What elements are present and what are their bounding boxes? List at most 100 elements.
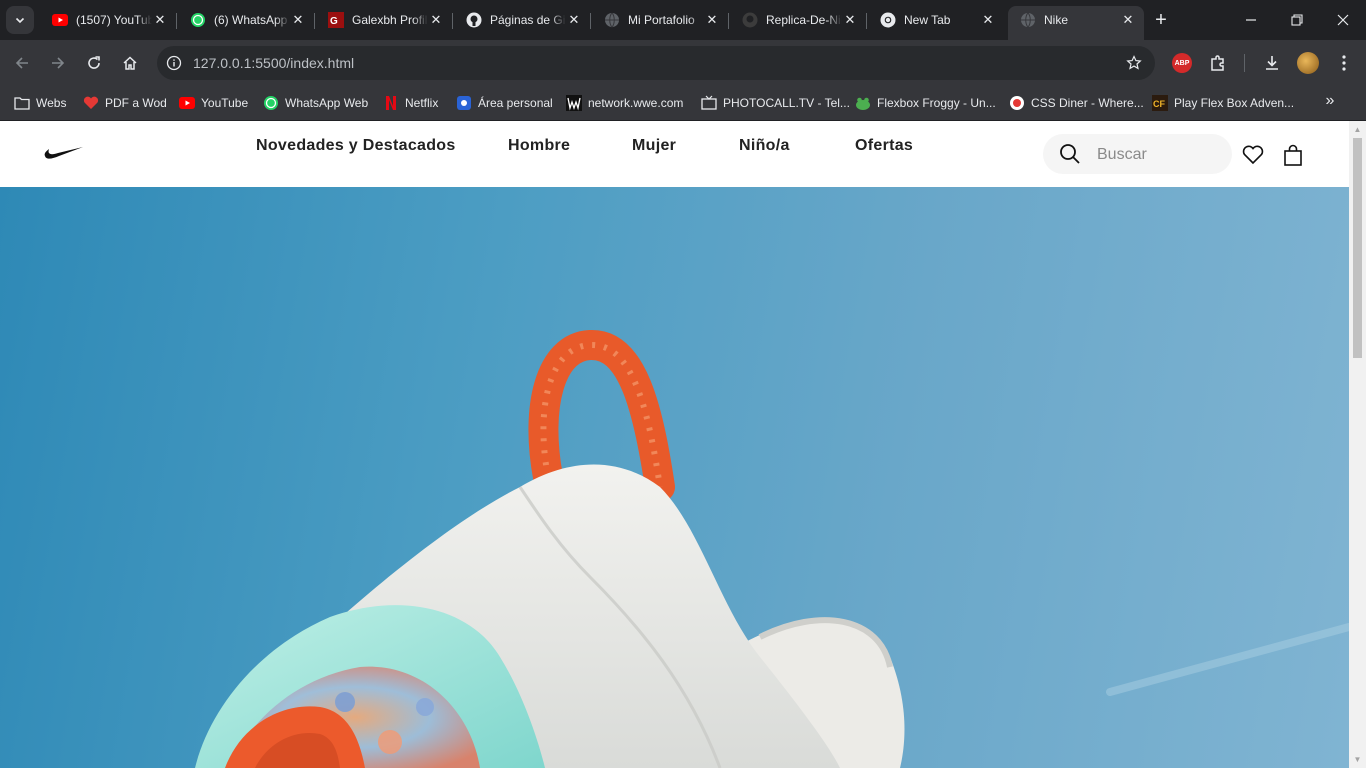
heart-icon[interactable]	[1241, 143, 1265, 167]
restore-button[interactable]	[1274, 0, 1320, 40]
tab-title: (6) WhatsApp	[214, 13, 288, 27]
svg-text:G: G	[330, 16, 338, 27]
close-icon[interactable]: ✕	[566, 12, 582, 28]
bookmark-css-diner[interactable]: CSS Diner - Where...	[1009, 92, 1144, 114]
heart-icon	[83, 95, 99, 111]
tab-title: New Tab	[904, 13, 951, 27]
tab-title: Nike	[1044, 13, 1069, 27]
more-bookmarks-button[interactable]: »	[1319, 90, 1341, 112]
tab-galexbh[interactable]: G Galexbh Profile ✕	[316, 6, 453, 34]
flexbox-adventure-icon: CF	[1152, 95, 1168, 111]
chrome-menu-button[interactable]	[1330, 49, 1358, 77]
tab-title: Mi Portafolio	[628, 13, 695, 27]
svg-text:CF: CF	[1153, 99, 1165, 109]
bookmark-whatsapp-web[interactable]: WhatsApp Web	[263, 92, 368, 114]
close-window-button[interactable]	[1320, 0, 1366, 40]
galexbh-icon: G	[328, 12, 344, 28]
swoosh-icon	[44, 147, 83, 159]
tab-title: Páginas de GitHub	[490, 13, 566, 27]
profile-avatar[interactable]	[1297, 52, 1319, 74]
kebab-menu-icon	[1342, 55, 1346, 71]
bookmark-webs[interactable]: Webs	[14, 92, 66, 114]
page-scrollbar[interactable]: ▲ ▼	[1349, 121, 1366, 768]
hero-banner	[0, 187, 1349, 768]
bookmark-label: PHOTOCALL.TV - Tel...	[723, 96, 850, 110]
restore-icon	[1291, 14, 1303, 26]
scroll-down-arrow-icon[interactable]: ▼	[1353, 755, 1362, 764]
bookmarks-bar: Webs PDF a Wod YouTube WhatsApp Web Netf…	[0, 86, 1366, 121]
reload-button[interactable]	[80, 49, 108, 77]
search-icon[interactable]	[1059, 143, 1081, 165]
url-text[interactable]: 127.0.0.1:5500/index.html	[193, 55, 354, 71]
downloads-button[interactable]	[1258, 49, 1286, 77]
chevron-down-icon	[15, 17, 25, 24]
minimize-button[interactable]	[1228, 0, 1274, 40]
tab-github-pages[interactable]: Páginas de GitHub ✕	[454, 6, 591, 34]
search-box[interactable]	[1043, 134, 1232, 174]
bookmark-label: CSS Diner - Where...	[1031, 96, 1144, 110]
whatsapp-icon	[190, 12, 206, 28]
close-icon[interactable]: ✕	[1120, 12, 1136, 28]
netflix-icon	[383, 95, 399, 111]
bookmark-network-wwe[interactable]: network.wwe.com	[566, 92, 683, 114]
close-icon[interactable]: ✕	[290, 12, 306, 28]
tab-youtube[interactable]: (1507) YouTube ✕	[40, 6, 177, 34]
bookmark-label: Webs	[36, 96, 67, 110]
bookmark-label: Netflix	[405, 96, 439, 110]
nike-logo[interactable]	[44, 141, 84, 161]
bookmark-label: WhatsApp Web	[285, 96, 369, 110]
tab-nike[interactable]: Nike ✕	[1008, 6, 1144, 40]
address-bar[interactable]: 127.0.0.1:5500/index.html	[157, 46, 1155, 80]
new-tab-button[interactable]: +	[1150, 8, 1172, 32]
back-button[interactable]	[8, 49, 36, 77]
bookmark-label: PDF a Wod	[105, 96, 167, 110]
gear-icon	[456, 95, 472, 111]
shopping-bag-icon[interactable]	[1281, 143, 1305, 167]
whatsapp-icon	[263, 95, 279, 111]
tab-search-button[interactable]	[6, 6, 34, 34]
tab-replica[interactable]: Replica-De-Nike ✕	[730, 6, 867, 34]
tab-new-tab[interactable]: New Tab ✕	[868, 6, 1004, 34]
bookmark-area-personal[interactable]: Área personal	[456, 92, 553, 114]
minimize-icon	[1246, 19, 1256, 21]
close-icon[interactable]: ✕	[428, 12, 444, 28]
close-icon[interactable]: ✕	[842, 12, 858, 28]
bookmark-flexbox-froggy[interactable]: Flexbox Froggy - Un...	[855, 92, 996, 114]
chrome-icon	[880, 12, 896, 28]
extensions-button[interactable]	[1204, 49, 1232, 77]
bookmark-netflix[interactable]: Netflix	[383, 92, 438, 114]
scrollbar-thumb[interactable]	[1353, 138, 1362, 358]
puzzle-icon	[1211, 55, 1224, 71]
search-input[interactable]	[1097, 144, 1217, 166]
youtube-icon	[179, 95, 195, 111]
globe-icon	[1020, 12, 1036, 28]
folder-icon	[14, 95, 30, 111]
wwe-icon	[566, 95, 582, 111]
youtube-icon	[52, 12, 68, 28]
nav-nino[interactable]: Niño/a	[739, 137, 790, 155]
globe-icon	[604, 12, 620, 28]
nav-novedades[interactable]: Novedades y Destacados	[256, 137, 456, 155]
forward-button[interactable]	[44, 49, 72, 77]
adblock-plus-icon[interactable]: ABP	[1172, 53, 1192, 73]
scroll-up-arrow-icon[interactable]: ▲	[1353, 125, 1362, 134]
home-button[interactable]	[116, 49, 144, 77]
toolbar-separator	[1244, 54, 1245, 72]
bookmark-photocall[interactable]: PHOTOCALL.TV - Tel...	[701, 92, 850, 114]
tab-portafolio[interactable]: Mi Portafolio ✕	[592, 6, 729, 34]
github-icon	[466, 12, 482, 28]
bookmark-label: network.wwe.com	[588, 96, 684, 110]
nav-hombre[interactable]: Hombre	[508, 137, 570, 155]
bookmark-pdf-a-wod[interactable]: PDF a Wod	[83, 92, 167, 114]
tab-whatsapp[interactable]: (6) WhatsApp ✕	[178, 6, 315, 34]
close-icon[interactable]: ✕	[704, 12, 720, 28]
bookmark-youtube[interactable]: YouTube	[179, 92, 248, 114]
nav-ofertas[interactable]: Ofertas	[855, 137, 913, 155]
site-info-icon[interactable]	[161, 50, 187, 76]
bookmark-flex-box-adventure[interactable]: CF Play Flex Box Adven...	[1152, 92, 1294, 114]
bookmark-star-icon[interactable]	[1123, 52, 1145, 74]
bookmark-label: YouTube	[201, 96, 249, 110]
close-icon[interactable]: ✕	[152, 12, 168, 28]
nav-mujer[interactable]: Mujer	[632, 137, 676, 155]
close-icon[interactable]: ✕	[980, 12, 996, 28]
